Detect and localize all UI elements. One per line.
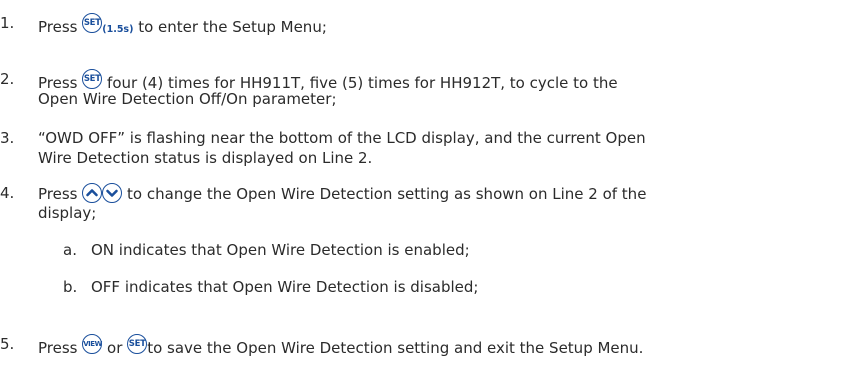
step-text: Press SET(1.5s) to enter the Setup Menu; <box>38 13 327 40</box>
set-button-icon: SET <box>82 69 103 89</box>
substep-letter: a. <box>63 241 77 259</box>
step-number: 1. <box>0 14 15 32</box>
step-number: 4. <box>0 184 15 202</box>
hold-duration: (1.5s) <box>102 24 134 35</box>
step-number: 3. <box>0 129 15 147</box>
chevron-up-icon <box>82 183 103 203</box>
step-text-pre: Press <box>38 18 78 36</box>
substep-text: ON indicates that Open Wire Detection is… <box>91 241 470 259</box>
step-text-or: or <box>107 339 123 357</box>
substep-letter: b. <box>63 278 78 296</box>
step-text-pre: Press <box>38 339 78 357</box>
view-button-icon: VIEW <box>82 334 102 354</box>
step-text-pre: Press <box>38 185 78 203</box>
chevron-down-icon <box>102 183 123 203</box>
step-number: 2. <box>0 70 15 88</box>
step-text-post: to enter the Setup Menu; <box>138 18 327 36</box>
set-button-icon: SET <box>127 334 148 354</box>
substep-text: OFF indicates that Open Wire Detection i… <box>91 278 479 296</box>
step-text: Press to change the Open Wire Detection … <box>38 183 646 204</box>
step-number: 5. <box>0 335 15 353</box>
step-text-cont: Wire Detection status is displayed on Li… <box>38 149 373 167</box>
step-text-post: to save the Open Wire Detection setting … <box>147 339 644 357</box>
step-text: “OWD OFF” is flashing near the bottom of… <box>38 129 646 147</box>
set-button-icon: SET <box>82 13 103 33</box>
step-text-cont: display; <box>38 204 97 222</box>
step-text-cont: Open Wire Detection Off/On parameter; <box>38 90 337 108</box>
step-text: Press VIEW or SET to save the Open Wire D… <box>38 334 643 358</box>
step-text-post: to change the Open Wire Detection settin… <box>127 185 647 203</box>
